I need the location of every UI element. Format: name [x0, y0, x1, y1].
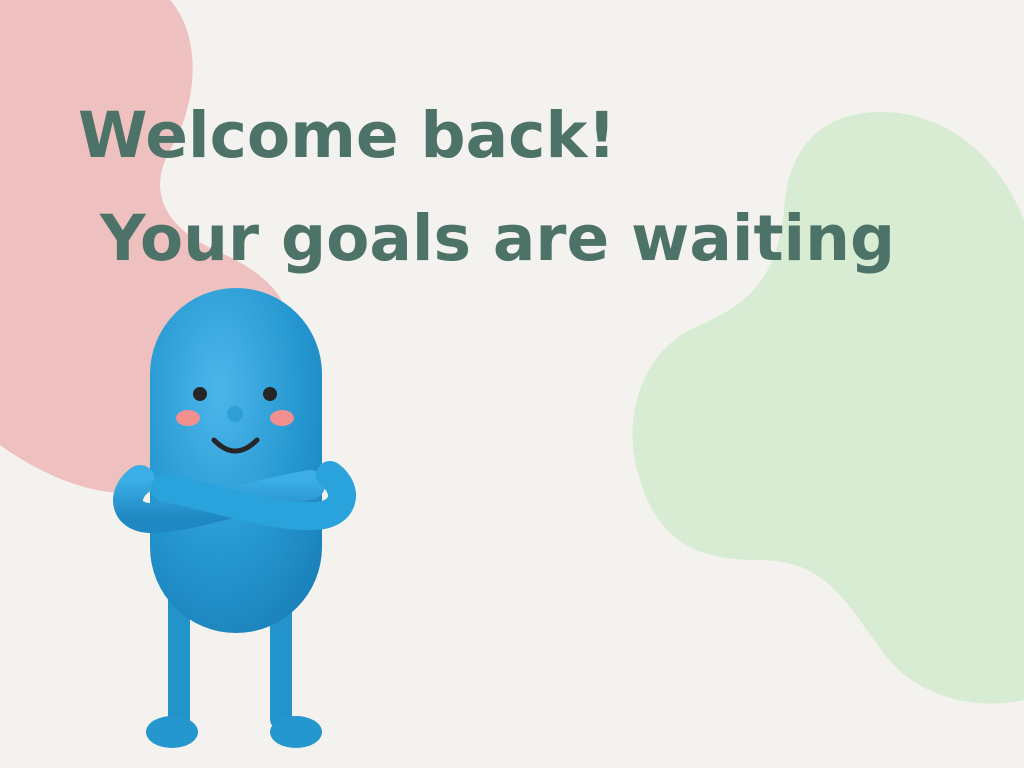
blue-pill-mascot-icon: [113, 288, 356, 748]
welcome-headline: Welcome back! Your goals are waiting: [78, 84, 895, 290]
headline-line-1: Welcome back!: [78, 99, 617, 172]
headline-line-2: Your goals are waiting: [100, 202, 896, 275]
welcome-screen: Welcome back! Your goals are waiting: [0, 0, 1024, 768]
